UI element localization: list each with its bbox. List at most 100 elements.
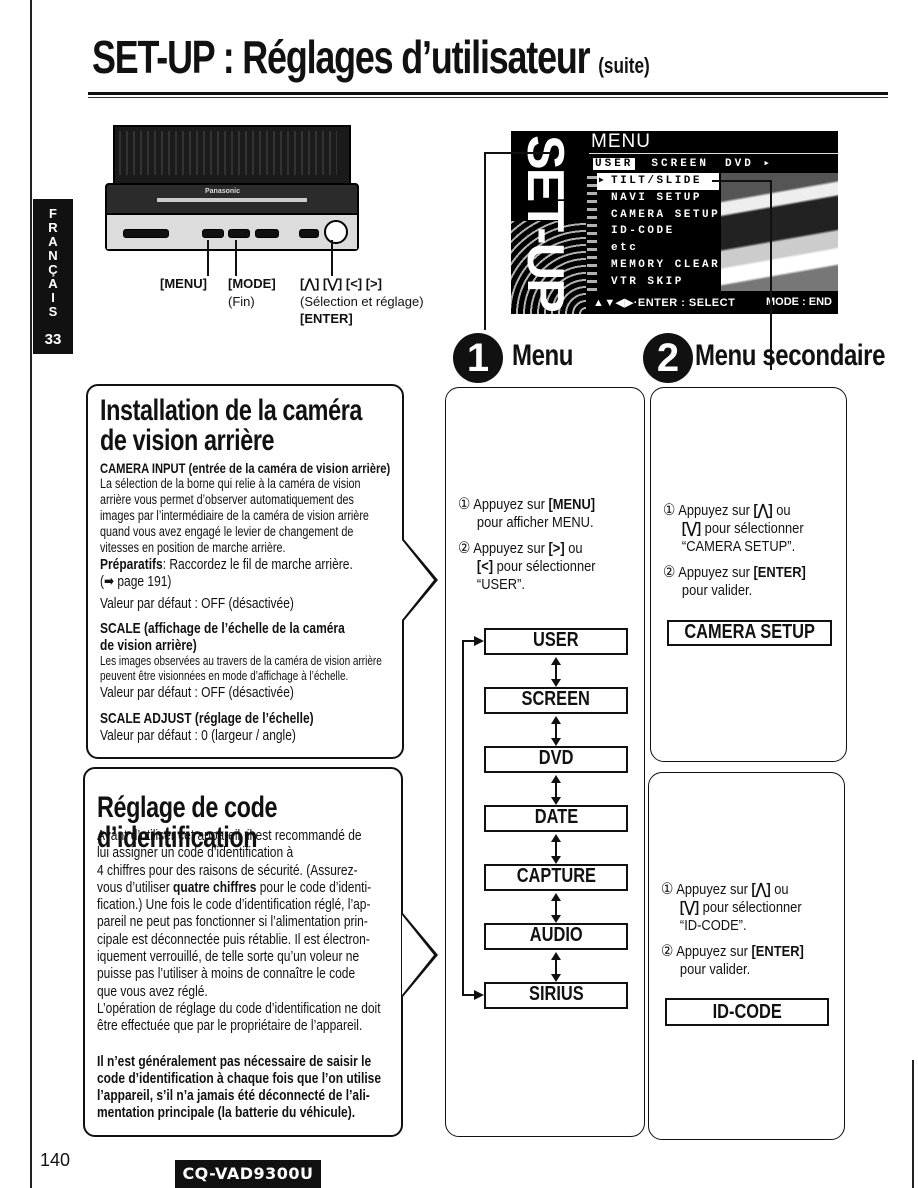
body-line: Les images observées au travers de la ca… <box>100 654 382 669</box>
text-span: “CAMERA SETUP”. <box>681 538 796 555</box>
camera-input-default: Valeur par défaut : OFF (désactivée) <box>100 594 294 612</box>
text-span: Appuyez sur <box>473 540 549 557</box>
osd-item-navi-setup[interactable]: NAVI SETUP <box>597 190 719 207</box>
step-number: ① <box>661 881 674 898</box>
double-arrow-icon <box>551 834 561 864</box>
id-code-result-label: ID-CODE <box>712 1001 782 1023</box>
menu-flow-item-label: DVD <box>538 747 574 769</box>
body-line: pareil ne peut pas fonctionner si l’alim… <box>97 913 368 931</box>
text-span: “ID-CODE”. <box>679 917 747 934</box>
menu-key-ref: [MENU] <box>548 496 596 513</box>
osd-tab-bar: USER SCREEN DVD ▸ <box>593 156 789 170</box>
body-line: quand vous avez engagé le levier de chan… <box>100 524 354 539</box>
body-line: être effectuée que par le propriétaire d… <box>97 1017 363 1035</box>
title-underline <box>88 92 888 95</box>
body-line: lui assigner un code d’identification à <box>97 844 294 862</box>
preparatifs-line: Préparatifs: Raccordez le fil de marche … <box>100 556 404 573</box>
device-button <box>299 229 319 238</box>
step-number: ② <box>663 564 676 581</box>
menu-callout-line <box>207 240 209 276</box>
device-screen-display <box>119 131 337 175</box>
body-line: iquement verrouillé, de telle sorte qu’u… <box>97 948 360 966</box>
emphasis-text: quatre chiffres <box>173 878 257 896</box>
osd-item-etc[interactable]: etc <box>597 240 719 257</box>
model-badge: CQ-VAD9300U <box>175 1160 321 1188</box>
osd-tab-dvd[interactable]: DVD ▸ <box>725 158 773 170</box>
left-key-ref: [<] <box>476 558 494 575</box>
language-letter: Ç <box>48 262 58 277</box>
camera-setup-step-panel: ① Appuyez sur [⋀] ou [⋁] pour sélectionn… <box>650 387 847 762</box>
text-span: pour sélectionner <box>493 558 596 575</box>
scale-label: SCALE (affichage de l’échelle de la camé… <box>100 619 345 637</box>
osd-item-id-code[interactable]: ID-CODE <box>597 223 719 240</box>
text-span: Appuyez sur <box>678 502 754 519</box>
device-screen <box>113 125 351 187</box>
step-1-heading: Menu <box>512 339 574 372</box>
menu-flow-item-label: SIRIUS <box>528 983 584 1005</box>
camera-setup-instructions: ① Appuyez sur [⋀] ou [⋁] pour sélectionn… <box>663 502 806 608</box>
body-line: 4 chiffres pour des raisons de sécurité.… <box>97 861 358 879</box>
body-line: La sélection de la borne qui relie à la … <box>100 476 361 491</box>
osd-item-camera-setup[interactable]: CAMERA SETUP <box>597 207 719 224</box>
text-span: pour valider. <box>681 582 753 599</box>
language-letter: N <box>48 248 58 263</box>
language-letter: R <box>48 220 58 235</box>
mode-key-sublabel: (Fin) <box>228 294 255 309</box>
up-key-ref: [⋀] <box>753 502 773 519</box>
enter-key-ref: [ENTER] <box>753 564 806 581</box>
text-span: Appuyez sur <box>676 943 752 960</box>
instruction-1: ① Appuyez sur [MENU] pour afficher MENU. <box>458 496 596 532</box>
instruction-2: ② Appuyez sur [ENTER] pour valider. <box>661 943 804 979</box>
language-letters: F R A N Ç A I S <box>33 207 73 319</box>
id-code-instructions: ① Appuyez sur [⋀] ou [⋁] pour sélectionn… <box>661 881 804 987</box>
text-span: ou <box>772 502 791 519</box>
scale-label-cont: de vision arrière) <box>100 637 197 655</box>
preparatifs-text: : Raccordez le fil de marche arrière. <box>162 556 353 573</box>
instruction-2: ② Appuyez sur [>] ou [<] pour sélectionn… <box>458 540 596 594</box>
instruction-1: ① Appuyez sur [⋀] ou [⋁] pour sélectionn… <box>661 881 804 935</box>
device-body: Panasonic <box>105 183 359 251</box>
loop-arrowhead-icon <box>474 990 484 1000</box>
step-2-badge: 2 <box>643 333 693 383</box>
device-button <box>255 229 279 238</box>
mode-key-label: [MODE] <box>228 276 276 291</box>
mode-hardware-button <box>228 229 250 238</box>
setup-vertical-text: SET-UP <box>516 134 574 311</box>
note-line: l’appareil, s’il n’a jamais été déconnec… <box>97 1087 370 1105</box>
step-1-badge: 1 <box>453 333 503 383</box>
camera-setup-result-box: CAMERA SETUP <box>667 620 832 646</box>
osd-tab-user[interactable]: USER <box>593 158 636 170</box>
double-arrow-icon <box>551 716 561 746</box>
double-arrow-icon <box>551 893 561 923</box>
id-code-box: Réglage de code d’identification Avant d… <box>83 767 403 1137</box>
osd-decoration <box>587 173 597 291</box>
camera-input-label: CAMERA INPUT (entrée de la caméra de vis… <box>100 460 391 476</box>
osd-item-memory-clear[interactable]: MEMORY CLEAR <box>597 257 719 274</box>
note-line: mentation principale (la batterie du véh… <box>97 1104 356 1122</box>
osd-tab-screen[interactable]: SCREEN <box>651 158 709 170</box>
setup-menu-screen: SET-UP MENU USER SCREEN DVD ▸ TILT/SLIDE N… <box>511 131 838 314</box>
page-reference-link[interactable]: (➡ page 191) <box>100 573 404 590</box>
osd-footer-mode: MODE : END <box>766 296 832 308</box>
osd-item-tilt-slide[interactable]: TILT/SLIDE <box>597 173 719 190</box>
text-span: pour afficher MENU. <box>476 514 594 531</box>
menu-flow-item-label: CAPTURE <box>516 865 596 887</box>
arrow-keys-sublabel: (Sélection et réglage) <box>300 294 424 309</box>
arrow-keys-label: [⋀] [⋁] [<] [>] <box>300 276 382 291</box>
camera-section-body: CAMERA INPUT (entrée de la caméra de vis… <box>100 460 404 744</box>
language-letter: I <box>51 290 55 305</box>
preparatifs-label: Préparatifs <box>100 556 163 573</box>
loop-arrowhead-icon <box>474 636 484 646</box>
osd-item-vtr-skip[interactable]: VTR SKIP <box>597 274 719 291</box>
right-key-ref: [>] <box>548 540 565 557</box>
scale-default: Valeur par défaut : OFF (désactivée) <box>100 684 294 702</box>
scale-adjust-label: SCALE ADJUST (réglage de l’échelle) <box>100 709 314 727</box>
instruction-1: ① Appuyez sur [⋀] ou [⋁] pour sélectionn… <box>663 502 806 556</box>
language-tab: F R A N Ç A I S 33 <box>33 199 73 354</box>
menu-flow-item: CAPTURE <box>484 864 628 891</box>
menu-flow-item: USER <box>484 628 628 655</box>
text-span: Appuyez sur <box>676 881 752 898</box>
osd-menu-title: MENU <box>591 131 651 152</box>
tab-connector-line <box>484 152 486 330</box>
disc-slot <box>157 198 307 202</box>
